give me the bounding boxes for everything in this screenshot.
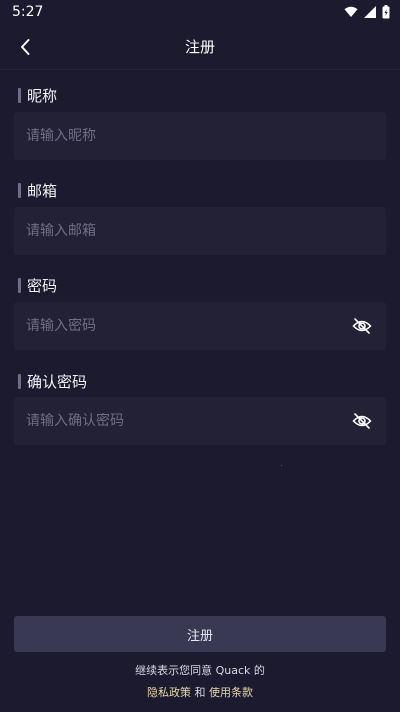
label-accent-bar	[18, 373, 21, 389]
password-field	[14, 302, 386, 350]
confirm-password-field	[14, 397, 386, 445]
terms-and-text: 和	[194, 686, 206, 699]
register-screen: 5:27 注册 昵称 请输入昵称 邮箱 请输入邮箱 密码 确认密码 注册 继续表…	[0, 0, 400, 712]
nickname-label-text: 昵称	[27, 86, 58, 105]
page-title: 注册	[184, 38, 215, 56]
label-accent-bar	[18, 277, 21, 293]
nickname-field	[14, 112, 386, 160]
terms-line-2: 隐私政策 和 使用条款	[0, 682, 400, 704]
confirm-password-visibility-toggle[interactable]	[350, 409, 374, 433]
confirm-password-label-text: 确认密码	[27, 372, 88, 391]
battery-icon	[382, 5, 390, 19]
label-accent-bar	[18, 87, 21, 103]
wifi-icon	[344, 6, 358, 17]
stray-dot	[281, 465, 282, 466]
back-arrow-icon	[21, 39, 30, 55]
status-time: 5:27	[12, 4, 44, 20]
status-bar: 5:27	[0, 0, 400, 24]
email-field	[14, 207, 386, 255]
email-label: 邮箱	[18, 181, 58, 200]
terms-notice: 继续表示您同意 Quack 的 隐私政策 和 使用条款	[0, 660, 400, 704]
password-input[interactable]	[26, 318, 350, 334]
status-icons	[344, 5, 390, 19]
confirm-password-input[interactable]	[26, 413, 350, 429]
password-visibility-toggle[interactable]	[350, 314, 374, 338]
eye-off-icon	[352, 318, 372, 334]
app-bar: 注册	[0, 24, 400, 70]
email-label-text: 邮箱	[27, 181, 58, 200]
terms-of-use-link[interactable]: 使用条款	[209, 686, 253, 699]
label-accent-bar	[18, 182, 21, 198]
password-label-text: 密码	[27, 276, 58, 295]
confirm-password-label: 确认密码	[18, 372, 88, 391]
email-input[interactable]	[26, 223, 374, 239]
register-button[interactable]: 注册	[14, 616, 386, 652]
eye-off-icon	[352, 413, 372, 429]
terms-line-1: 继续表示您同意 Quack 的	[135, 664, 265, 677]
privacy-policy-link[interactable]: 隐私政策	[147, 686, 191, 699]
nickname-label: 昵称	[18, 86, 58, 105]
back-button[interactable]	[8, 30, 42, 64]
nickname-input[interactable]	[26, 128, 374, 144]
signal-icon	[364, 6, 376, 18]
password-label: 密码	[18, 276, 58, 295]
